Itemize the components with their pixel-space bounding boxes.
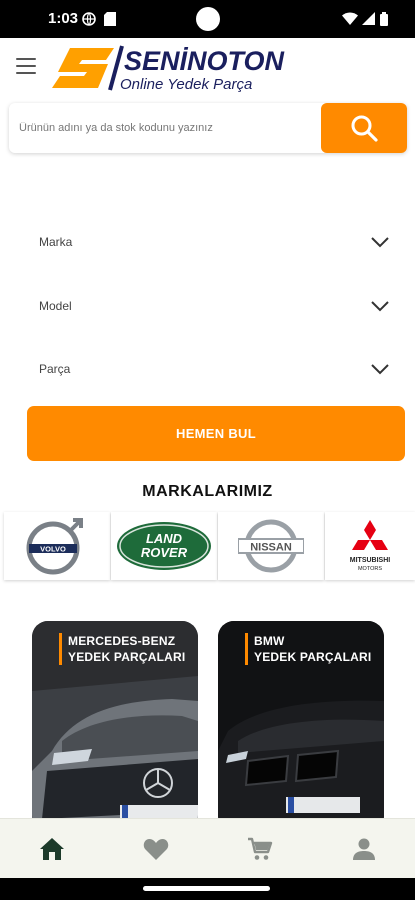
brand-select-label: Marka [39, 235, 73, 249]
part-select-label: Parça [39, 362, 71, 376]
search-input[interactable] [19, 103, 319, 153]
wifi-icon [342, 12, 358, 25]
brand-card-nissan[interactable]: NISSAN [218, 512, 324, 580]
status-bar: 1:03 [0, 0, 415, 38]
nav-home[interactable] [36, 834, 68, 864]
chevron-down-icon [371, 237, 389, 248]
volvo-logo: VOLVO [26, 518, 83, 575]
chevron-down-icon [371, 301, 389, 312]
svg-text:ROVER: ROVER [141, 545, 188, 560]
brand-name: SENİNOTON [124, 46, 285, 76]
gesture-bar [0, 878, 415, 900]
category-title: BMW YEDEK PARÇALARI [245, 633, 371, 665]
category-title-line2: YEDEK PARÇALARI [68, 650, 186, 664]
battery-icon [380, 12, 388, 26]
front-camera [196, 7, 220, 31]
nissan-logo: NISSAN [238, 519, 304, 573]
land-rover-logo: LAND ROVER [117, 522, 211, 570]
brand-card-volvo[interactable]: VOLVO [4, 512, 110, 580]
nav-profile[interactable] [348, 834, 380, 864]
nav-cart[interactable] [244, 834, 276, 864]
nav-favorites[interactable] [140, 834, 172, 864]
search-bar [9, 103, 407, 153]
brand-card-land-rover[interactable]: LAND ROVER [111, 512, 217, 580]
svg-text:NISSAN: NISSAN [250, 542, 292, 554]
sim-card-icon [104, 12, 116, 26]
chevron-down-icon [371, 364, 389, 375]
brand-logo: SENİNOTON Online Yedek Parça [52, 45, 285, 93]
svg-text:VOLVO: VOLVO [40, 545, 66, 554]
svg-text:MITSUBISHI: MITSUBISHI [350, 557, 391, 564]
svg-text:LAND: LAND [146, 531, 183, 546]
bottom-navigation [0, 818, 415, 878]
svg-text:MOTORS: MOTORS [358, 566, 382, 572]
brand-tagline: Online Yedek Parça [120, 76, 252, 93]
category-title-line1: BMW [254, 634, 285, 648]
heart-icon [143, 839, 169, 860]
signal-icon [362, 12, 375, 25]
category-card-mercedes[interactable]: MERCEDES-BENZ YEDEK PARÇALARI [32, 621, 198, 831]
search-icon [351, 115, 378, 142]
brands-section-title: MARKALARIMIZ [142, 483, 273, 500]
model-select[interactable]: Model [27, 287, 397, 327]
notification-globe-icon [82, 12, 96, 26]
category-title-line1: MERCEDES-BENZ [68, 634, 176, 648]
brand-card-mitsubishi[interactable]: MITSUBISHI MOTORS [325, 512, 415, 580]
part-select[interactable]: Parça [27, 350, 397, 390]
category-title-line2: YEDEK PARÇALARI [254, 650, 372, 664]
home-indicator[interactable] [143, 886, 270, 891]
model-select-label: Model [39, 299, 72, 313]
brands-carousel[interactable]: VOLVO LAND ROVER NISSAN MITSUBISHI MOTOR… [0, 512, 415, 582]
find-now-button[interactable]: HEMEN BUL [27, 406, 405, 461]
home-icon [40, 838, 64, 860]
app-header: SENİNOTON Online Yedek Parça [0, 38, 415, 98]
app-screen: SENİNOTON Online Yedek Parça Marka Model… [0, 38, 415, 878]
cart-icon [248, 837, 273, 860]
category-title: MERCEDES-BENZ YEDEK PARÇALARI [59, 633, 185, 665]
status-time: 1:03 [48, 10, 79, 27]
category-card-bmw[interactable]: BMW YEDEK PARÇALARI [218, 621, 384, 831]
brand-select[interactable]: Marka [27, 223, 397, 263]
profile-icon [353, 838, 375, 860]
mitsubishi-logo: MITSUBISHI MOTORS [350, 520, 391, 572]
menu-icon[interactable] [16, 58, 36, 74]
search-button[interactable] [321, 103, 407, 153]
